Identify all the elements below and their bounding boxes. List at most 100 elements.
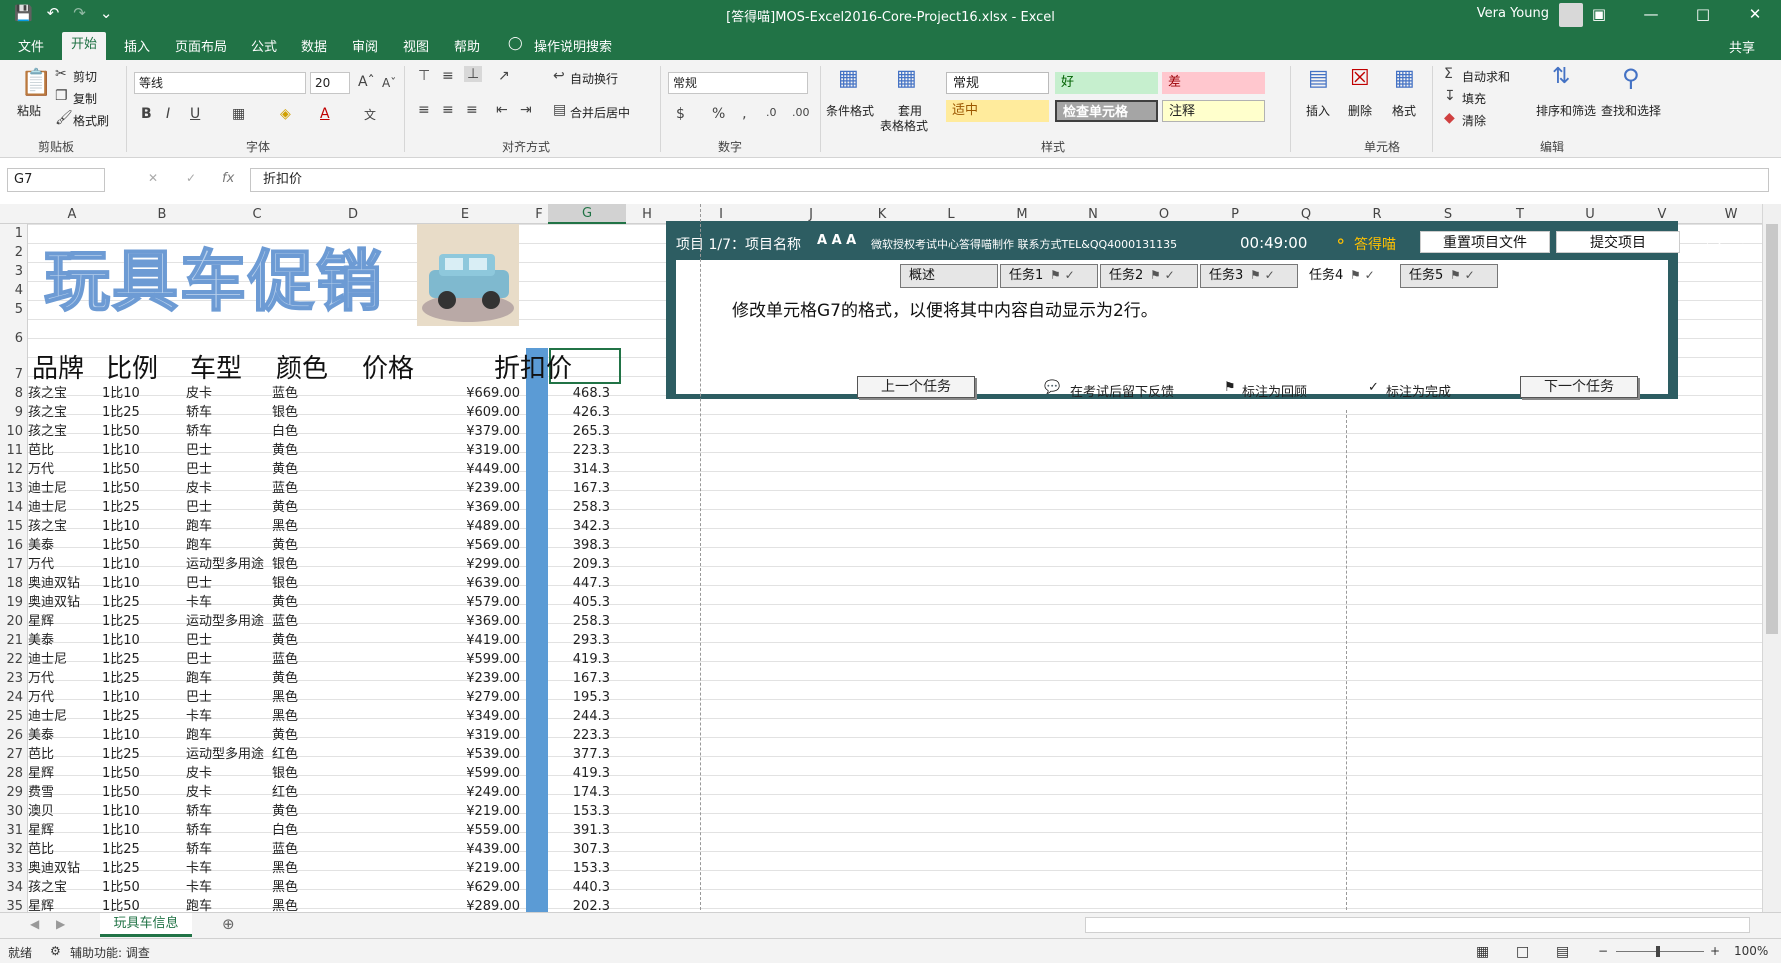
orientation-icon[interactable]: ↗ [498, 68, 510, 84]
column-header-p[interactable]: P [1200, 207, 1270, 222]
table-cell[interactable]: 黑色 [272, 897, 298, 912]
table-cell[interactable]: ¥599.00 [400, 650, 526, 669]
table-cell[interactable]: 468.3 [548, 384, 624, 403]
table-cell[interactable]: 447.3 [548, 574, 624, 593]
table-cell[interactable]: 223.3 [548, 726, 624, 745]
tab-help[interactable]: 帮助 [454, 36, 480, 55]
tell-me-search[interactable]: 操作说明搜索 [534, 36, 612, 55]
tab-formulas[interactable]: 公式 [251, 36, 277, 55]
table-cell[interactable]: ¥569.00 [400, 536, 526, 555]
header-cell[interactable]: 折扣价 [494, 348, 572, 385]
zoom-out-icon[interactable]: − [1598, 944, 1608, 958]
submit-project-button[interactable]: 提交项目 [1556, 231, 1680, 253]
table-cell[interactable]: 巴士 [186, 460, 212, 479]
row-header[interactable]: 35 [6, 899, 23, 912]
table-cell[interactable]: 孩之宝 [28, 422, 67, 441]
table-cell[interactable]: 黄色 [272, 802, 298, 821]
font-size-controls[interactable]: A A A [817, 233, 856, 248]
table-cell[interactable]: 1比50 [102, 460, 140, 479]
row-header[interactable]: 24 [6, 690, 23, 705]
row-header[interactable]: 4 [15, 283, 23, 298]
comma-icon[interactable]: ‚ [742, 106, 746, 122]
table-cell[interactable]: 卡车 [186, 593, 212, 612]
share-button[interactable]: 共享 [1729, 37, 1755, 56]
table-cell[interactable]: 1比10 [102, 726, 140, 745]
table-cell[interactable]: ¥629.00 [400, 878, 526, 897]
tab-page-layout[interactable]: 页面布局 [175, 36, 227, 55]
increase-font-icon[interactable]: Aˆ [358, 74, 375, 90]
table-cell[interactable]: ¥439.00 [400, 840, 526, 859]
maximize-icon[interactable]: □ [1677, 0, 1729, 30]
table-cell[interactable]: 奥迪双钻 [28, 574, 80, 593]
previous-task-button[interactable]: 上一个任务 [857, 376, 975, 398]
border-icon[interactable]: ▦ [232, 106, 245, 122]
table-cell[interactable]: 卡车 [186, 859, 212, 878]
column-header-h[interactable]: H [626, 207, 668, 222]
table-cell[interactable]: 万代 [28, 669, 54, 688]
row-header[interactable]: 11 [6, 443, 23, 458]
table-cell[interactable]: 黄色 [272, 441, 298, 460]
clear-button[interactable]: 清除 [1462, 112, 1486, 129]
table-cell[interactable]: ¥489.00 [400, 517, 526, 536]
table-cell[interactable]: 黑色 [272, 707, 298, 726]
tab-file[interactable]: 文件 [18, 36, 44, 55]
clear-icon[interactable]: ◆ [1444, 110, 1455, 126]
sort-filter-icon[interactable]: ⇅ [1552, 64, 1570, 89]
table-cell[interactable]: 轿车 [186, 821, 212, 840]
column-header-v[interactable]: V [1624, 207, 1700, 222]
row-header[interactable]: 15 [6, 519, 23, 534]
table-cell[interactable]: 黑色 [272, 859, 298, 878]
table-cell[interactable]: 芭比 [28, 745, 54, 764]
table-cell[interactable]: 293.3 [548, 631, 624, 650]
row-header[interactable]: 19 [6, 595, 23, 610]
zoom-slider-handle[interactable] [1656, 946, 1660, 957]
tab-task-2[interactable]: 任务2 [1100, 264, 1198, 288]
table-cell[interactable]: 迪士尼 [28, 498, 67, 517]
row-header[interactable]: 34 [6, 880, 23, 895]
table-cell[interactable]: 202.3 [548, 897, 624, 912]
bold-icon[interactable]: B [141, 106, 152, 122]
insert-cells-icon[interactable]: ▤ [1308, 66, 1329, 91]
row-header[interactable]: 27 [6, 747, 23, 762]
cut-button[interactable]: 剪切 [73, 68, 97, 85]
row-header[interactable]: 6 [15, 331, 23, 346]
insert-function-icon[interactable]: fx [222, 171, 234, 186]
table-cell[interactable]: 1比50 [102, 536, 140, 555]
decrease-indent-icon[interactable]: ⇤ [496, 102, 508, 118]
table-cell[interactable]: 跑车 [186, 536, 212, 555]
fill-button[interactable]: 填充 [1462, 90, 1486, 107]
tab-task-4[interactable]: 任务4 [1300, 264, 1398, 288]
table-cell[interactable]: 黑色 [272, 878, 298, 897]
row-header[interactable]: 17 [6, 557, 23, 572]
table-cell[interactable]: 跑车 [186, 669, 212, 688]
table-cell[interactable]: 巴士 [186, 441, 212, 460]
table-cell[interactable]: ¥669.00 [400, 384, 526, 403]
row-header[interactable]: 31 [6, 823, 23, 838]
table-cell[interactable]: ¥559.00 [400, 821, 526, 840]
table-cell[interactable]: 153.3 [548, 859, 624, 878]
table-cell[interactable]: 405.3 [548, 593, 624, 612]
table-cell[interactable]: 209.3 [548, 555, 624, 574]
find-select-button[interactable]: 查找和选择 [1601, 102, 1661, 119]
align-bottom-icon[interactable]: ⊥ [464, 66, 483, 82]
row-header[interactable]: 30 [6, 804, 23, 819]
table-cell[interactable]: ¥599.00 [400, 764, 526, 783]
table-cell[interactable]: 黄色 [272, 726, 298, 745]
table-cell[interactable]: 银色 [272, 764, 298, 783]
table-cell[interactable]: 迪士尼 [28, 707, 67, 726]
format-painter-icon[interactable]: 🖌 [55, 110, 73, 126]
table-cell[interactable]: 皮卡 [186, 479, 212, 498]
table-cell[interactable]: 孩之宝 [28, 384, 67, 403]
table-cell[interactable]: 258.3 [548, 612, 624, 631]
zoom-in-icon[interactable]: + [1710, 944, 1720, 958]
table-cell[interactable]: 芭比 [28, 840, 54, 859]
vertical-scroll-thumb[interactable] [1766, 224, 1778, 634]
normal-view-icon[interactable]: ▦ [1476, 944, 1489, 960]
tab-review[interactable]: 审阅 [352, 36, 378, 55]
table-cell[interactable]: 1比25 [102, 669, 140, 688]
table-cell[interactable]: 皮卡 [186, 783, 212, 802]
feedback-link[interactable]: 在考试后留下反馈 [1070, 381, 1174, 400]
table-cell[interactable]: 孩之宝 [28, 403, 67, 422]
table-cell[interactable]: 皮卡 [186, 764, 212, 783]
table-cell[interactable]: 419.3 [548, 650, 624, 669]
